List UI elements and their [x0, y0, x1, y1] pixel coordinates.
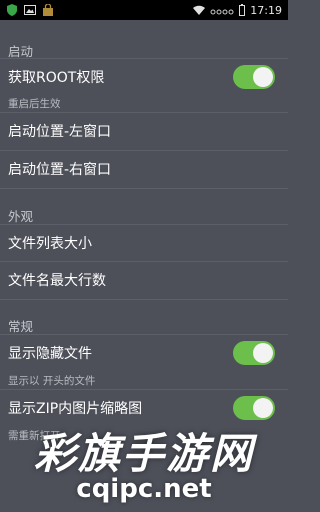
- setting-sub-root-access: 重启后生效: [8, 98, 61, 110]
- toggle-knob: [253, 67, 273, 87]
- setting-label: 启动位置-右窗口: [8, 162, 112, 178]
- clock: 17:19: [250, 3, 282, 17]
- watermark-title: 彩旗手游网: [33, 429, 254, 478]
- setting-label: 文件名最大行数: [8, 273, 106, 289]
- setting-label: 获取ROOT权限: [8, 70, 105, 86]
- section-header-general: 常规: [8, 319, 34, 334]
- watermark-url: cqipc.net: [76, 474, 212, 504]
- setting-label: 显示隐藏文件: [8, 346, 92, 362]
- setting-file-list-size[interactable]: 文件列表大小: [0, 225, 288, 261]
- toggle-knob: [253, 398, 273, 418]
- setting-right-window[interactable]: 启动位置-右窗口: [0, 151, 288, 187]
- wifi-icon: [193, 5, 206, 15]
- root-access-toggle[interactable]: [233, 65, 275, 89]
- divider: [0, 188, 288, 189]
- setting-label: 启动位置-左窗口: [8, 124, 112, 140]
- show-hidden-toggle[interactable]: [233, 341, 275, 365]
- signal-icon: [210, 9, 234, 15]
- setting-root-access[interactable]: 获取ROOT权限: [0, 59, 288, 95]
- status-bar: 17:19: [0, 0, 288, 20]
- setting-label: 文件列表大小: [8, 236, 92, 252]
- setting-sub-show-hidden: 显示以 开头的文件: [8, 375, 96, 387]
- lock-bag-icon: [43, 4, 53, 16]
- setting-show-hidden[interactable]: 显示隐藏文件: [0, 335, 288, 371]
- shield-icon: [7, 4, 17, 16]
- battery-icon: [239, 4, 246, 16]
- image-icon: [24, 5, 36, 15]
- section-header-appearance: 外观: [8, 209, 34, 224]
- toggle-knob: [253, 343, 273, 363]
- setting-filename-max-lines[interactable]: 文件名最大行数: [0, 262, 288, 298]
- setting-left-window[interactable]: 启动位置-左窗口: [0, 113, 288, 149]
- setting-label: 显示ZIP内图片缩略图: [8, 401, 143, 417]
- divider: [0, 299, 288, 300]
- zip-thumbnails-toggle[interactable]: [233, 396, 275, 420]
